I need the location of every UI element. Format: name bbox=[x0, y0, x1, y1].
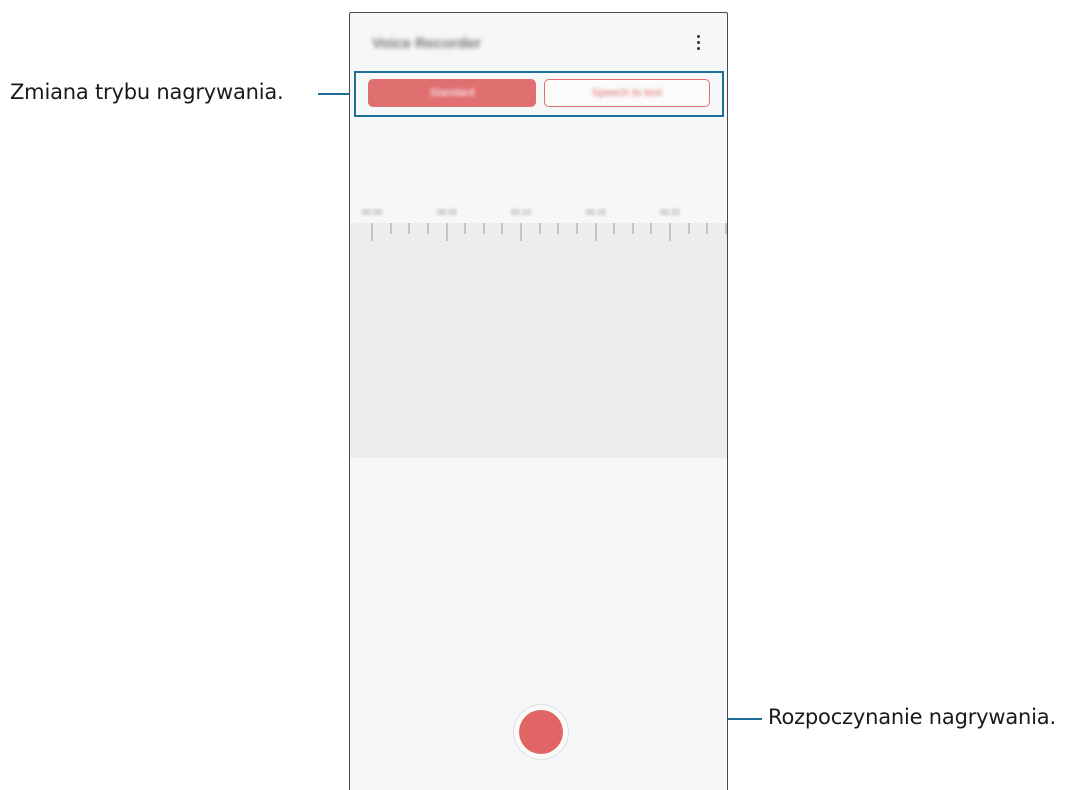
time-label: 00:20 bbox=[659, 208, 681, 217]
more-options-icon[interactable] bbox=[688, 31, 708, 53]
time-label: 00:10 bbox=[510, 208, 532, 217]
waveform-timeline bbox=[350, 223, 727, 458]
callout-mode-change: Zmiana trybu nagrywania. bbox=[10, 80, 284, 104]
timeline-ticks bbox=[371, 223, 727, 241]
mode-standard-label: Standard bbox=[429, 87, 475, 99]
time-label: 00:00 bbox=[361, 208, 383, 217]
record-icon bbox=[519, 710, 563, 754]
record-button[interactable] bbox=[513, 704, 569, 760]
mode-stt-label: Speech to text bbox=[591, 87, 663, 99]
time-label: 00:05 bbox=[436, 208, 458, 217]
mode-speech-to-text-button[interactable]: Speech to text bbox=[544, 79, 710, 107]
app-title: Voice Recorder bbox=[372, 35, 481, 52]
phone-screen: Voice Recorder Standard Speech to text 0… bbox=[349, 12, 728, 790]
mode-standard-button[interactable]: Standard bbox=[368, 79, 536, 107]
time-labels: 00:00 00:05 00:10 00:15 00:20 bbox=[350, 208, 727, 222]
callout-start-recording: Rozpoczynanie nagrywania. bbox=[768, 705, 1056, 729]
time-label: 00:15 bbox=[585, 208, 607, 217]
